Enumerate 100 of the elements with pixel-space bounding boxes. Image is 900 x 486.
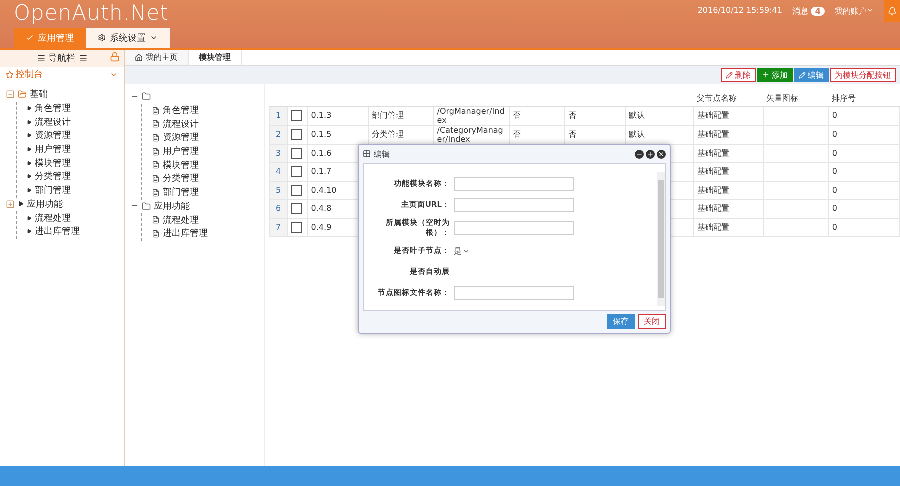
bell-icon <box>888 6 896 16</box>
table-cell: 基础配置 <box>697 222 730 232</box>
tree-item[interactable]: 用户管理 <box>163 145 199 158</box>
app-logo: OpenAuth.Net <box>14 0 170 26</box>
triangle-icon <box>18 201 24 208</box>
pencil-icon <box>799 72 806 78</box>
table-cell: 0.4.9 <box>311 222 332 232</box>
file-icon <box>152 148 160 156</box>
table-cell: 0 <box>832 186 838 195</box>
table-cell: 基础配置 <box>697 167 730 176</box>
row-checkbox[interactable] <box>291 148 302 159</box>
table-cell: 否 <box>568 130 576 139</box>
home-icon <box>135 54 143 62</box>
tree-group[interactable]: 应用功能 <box>27 198 63 211</box>
maximize-button[interactable] <box>646 150 655 158</box>
menu-icon <box>36 54 46 63</box>
pencil-icon <box>726 72 733 78</box>
tree-group[interactable]: 应用功能 <box>154 200 190 213</box>
table-cell: 0.4.10 <box>311 186 337 195</box>
row-checkbox[interactable] <box>291 110 302 121</box>
file-icon <box>152 134 160 142</box>
tree-item[interactable]: 用户管理 <box>35 143 71 156</box>
settings-icon <box>98 34 106 42</box>
toolbar-button[interactable]: 删除 <box>721 68 756 82</box>
row-number: 7 <box>270 218 288 236</box>
tree-item[interactable]: 流程设计 <box>163 118 199 131</box>
row-checkbox[interactable] <box>291 184 302 196</box>
star-icon <box>6 70 14 78</box>
table-cell: 否 <box>512 111 521 120</box>
table-cell: 0.1.7 <box>311 167 332 176</box>
table-cell: 0.1.5 <box>311 130 332 139</box>
tree-item[interactable]: 模块管理 <box>35 156 71 170</box>
table-cell: 0.1.6 <box>311 148 332 158</box>
page-tab[interactable]: 我的主页 <box>125 50 189 65</box>
row-checkbox[interactable] <box>291 222 302 233</box>
column-header: 排序号 <box>832 94 856 104</box>
minimize-button[interactable] <box>635 150 644 158</box>
close-icon <box>658 150 665 158</box>
table-cell: 基础配置 <box>697 186 730 195</box>
console-dropdown[interactable]: 控制台 <box>0 67 124 82</box>
select-field[interactable]: 是 <box>454 246 470 256</box>
tree-item[interactable]: 角色管理 <box>35 102 71 116</box>
tree-group[interactable]: 基础 <box>30 88 48 102</box>
row-checkbox[interactable] <box>291 203 302 214</box>
tree-item[interactable]: 资源管理 <box>163 131 199 144</box>
table-cell: 基础配置 <box>697 204 730 214</box>
input-field[interactable] <box>454 221 574 235</box>
tree-item[interactable]: 流程设计 <box>35 116 71 129</box>
tree-item[interactable]: 流程处理 <box>35 212 71 225</box>
input-field[interactable] <box>454 177 574 191</box>
datetime-text: 2016/10/12 15:59:41 <box>698 6 782 15</box>
table-cell: 默认 <box>628 130 645 139</box>
tree-item[interactable]: 模块管理 <box>163 158 199 172</box>
toolbar-button[interactable]: 为模块分配按钮 <box>830 68 896 82</box>
tree-item[interactable]: 分类管理 <box>163 172 199 186</box>
file-icon <box>152 216 160 224</box>
tree-item[interactable]: 分类管理 <box>35 170 71 184</box>
row-number: 6 <box>270 200 288 218</box>
triangle-icon <box>27 229 32 234</box>
plus-icon <box>647 150 654 158</box>
notification-button[interactable] <box>884 0 900 22</box>
toolbar-button[interactable]: 添加 <box>757 68 793 82</box>
tree-item[interactable]: 部门管理 <box>35 184 71 198</box>
triangle-icon <box>27 133 32 138</box>
top-tab[interactable]: 系统设置 <box>86 28 170 48</box>
dialog-button[interactable]: 保存 <box>607 314 635 329</box>
input-field[interactable] <box>454 286 574 300</box>
dialog-button[interactable]: 关闭 <box>638 314 666 329</box>
row-checkbox[interactable] <box>291 166 302 178</box>
table-cell: 0.1.3 <box>311 111 332 120</box>
table-cell: 0 <box>832 167 838 176</box>
file-icon <box>152 106 160 115</box>
table-cell: 基础配置 <box>697 111 730 120</box>
row-number: 3 <box>270 144 288 162</box>
row-number: 1 <box>270 106 288 125</box>
file-icon <box>152 120 160 128</box>
row-checkbox[interactable] <box>291 129 302 140</box>
file-icon <box>152 161 160 170</box>
triangle-icon <box>27 147 32 152</box>
tree-item[interactable]: 部门管理 <box>163 186 199 200</box>
table-cell: 基础配置 <box>697 148 730 158</box>
table-cell: 否 <box>512 130 521 139</box>
table-cell: 基础配置 <box>697 130 730 139</box>
tree-item[interactable]: 资源管理 <box>35 129 71 142</box>
file-icon <box>152 174 160 183</box>
column-header: 父节点名称 <box>696 94 737 104</box>
triangle-icon <box>27 188 32 194</box>
tree-item[interactable]: 角色管理 <box>163 104 199 118</box>
tree-item[interactable]: 进出库管理 <box>163 227 208 240</box>
close-button[interactable] <box>657 150 666 158</box>
triangle-icon <box>27 106 32 112</box>
input-field[interactable] <box>454 198 574 212</box>
toolbar-button[interactable]: 编辑 <box>794 68 829 82</box>
file-icon <box>152 188 160 197</box>
scrollbar[interactable] <box>657 172 665 306</box>
table-cell: 否 <box>568 111 576 120</box>
table-cell: /CategoryManager/Index <box>437 126 504 144</box>
tree-item[interactable]: 进出库管理 <box>35 225 80 238</box>
folder-icon <box>18 90 27 100</box>
tree-item[interactable]: 流程处理 <box>163 214 199 227</box>
